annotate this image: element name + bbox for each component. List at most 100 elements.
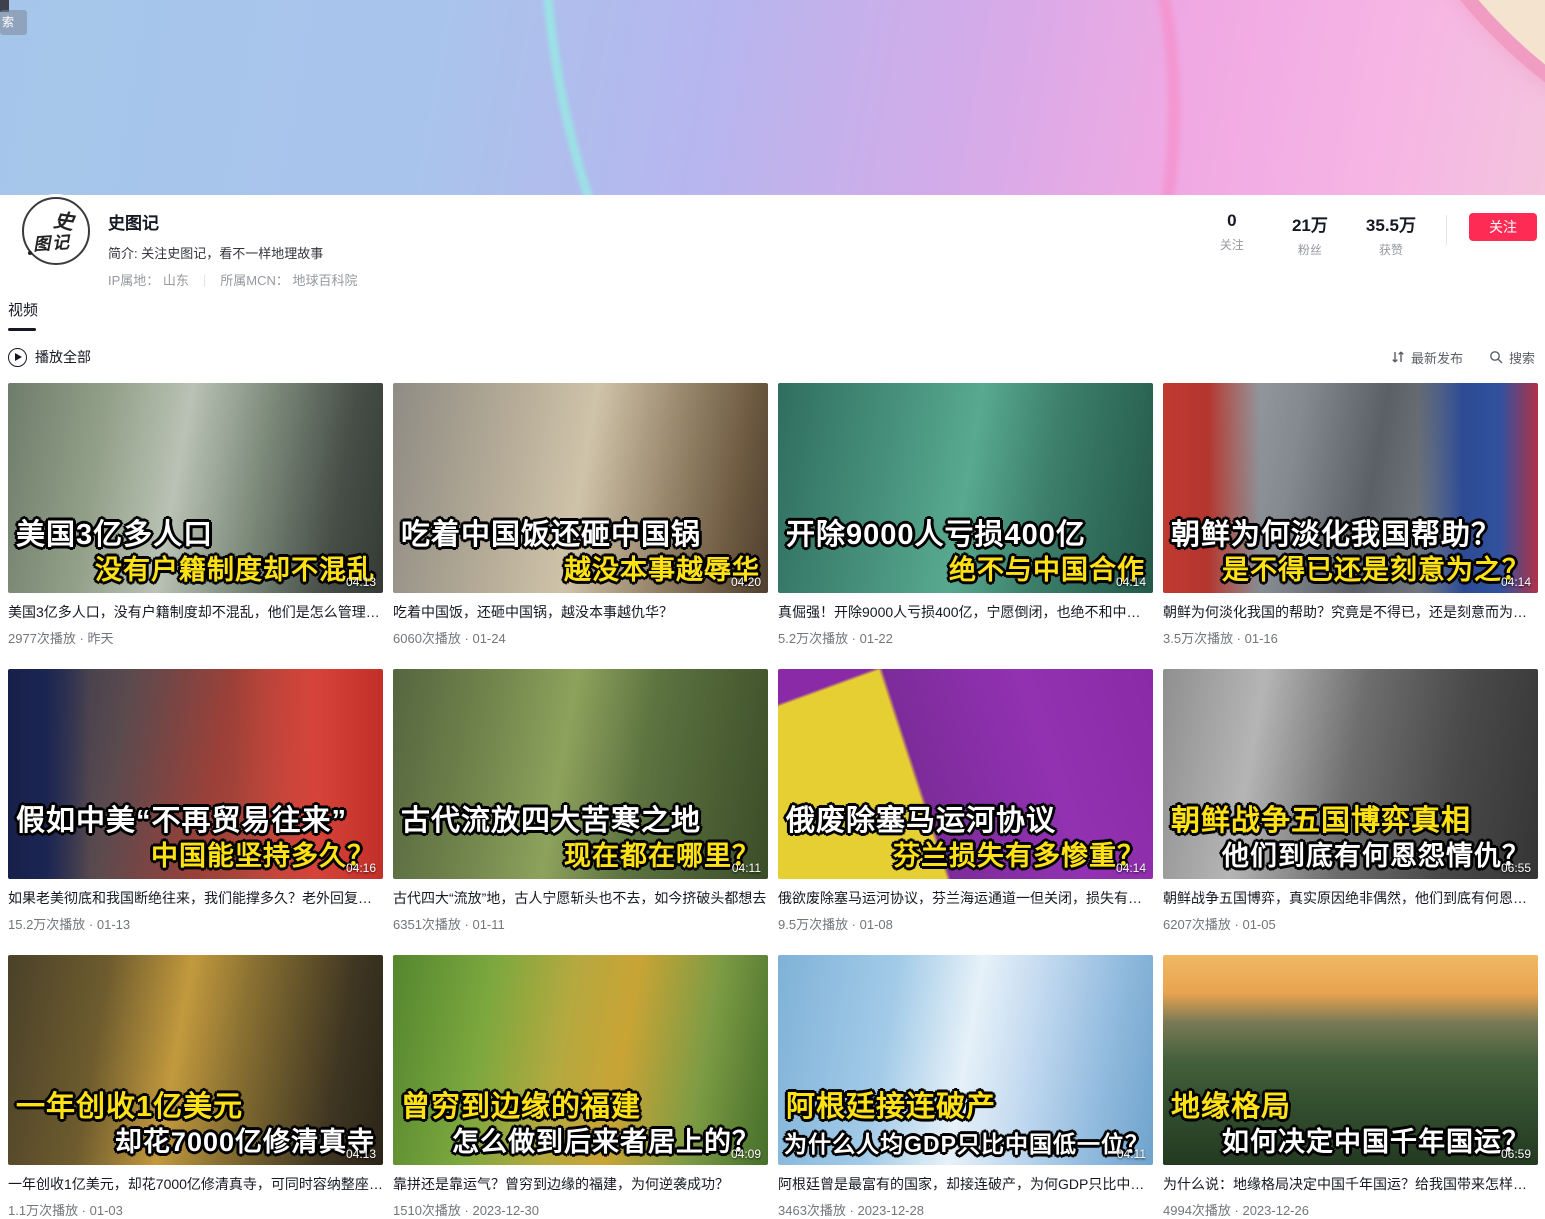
video-duration: 04:14 [1116,861,1146,875]
video-card[interactable]: 一年创收1亿美元 却花7000亿修清真寺 04:13 一年创收1亿美元，却花70… [8,955,383,1219]
video-stats: 2977次播放 · 昨天 [8,628,383,647]
stat-likes[interactable]: 35.5万 获赞 [1366,211,1416,258]
video-title[interactable]: 朝鲜为何淡化我国的帮助？究竟是不得已，还是刻意而为之？ [1163,602,1538,622]
thumbnail-overlay-line1: 地缘格局 [1171,1083,1291,1125]
thumbnail-overlay-line2: 为什么人均GDP只比中国低一位？ [784,1125,1149,1159]
thumbnail-overlay-line2: 怎么做到后来者居上的？ [452,1120,760,1159]
search-overlay-chip[interactable]: 索 [0,10,27,35]
profile-banner: 索 [0,0,1545,195]
stat-followers[interactable]: 21万 粉丝 [1288,211,1332,258]
stat-likes-label: 获赞 [1366,241,1416,258]
video-card[interactable]: 朝鲜为何淡化我国帮助？ 是不得已还是刻意为之？ 04:14 朝鲜为何淡化我国的帮… [1163,383,1538,647]
ip-location: IP属地： 山东 [108,270,189,289]
thumbnail-overlay-line2: 芬兰损失有多惨重？ [893,834,1145,873]
thumbnail-overlay-line2: 却花7000亿修清真寺 [115,1120,375,1159]
video-title[interactable]: 吃着中国饭，还砸中国锅，越没本事越仇华？ [393,602,768,622]
video-thumbnail[interactable]: 地缘格局 如何决定中国千年国运？ 06:59 [1163,955,1538,1165]
video-card[interactable]: 美国3亿多人口 没有户籍制度却不混乱 04:13 美国3亿多人口，没有户籍制度却… [8,383,383,647]
profile-info: 史图记 简介: 关注史图记，看不一样地理故事 IP属地： 山东 | 所属MCN：… [108,201,358,289]
video-title[interactable]: 朝鲜战争五国博弈，真实原因绝非偶然，他们到底有何恩怨情仇？ [1163,888,1538,908]
tab-videos-label: 视频 [8,299,38,320]
video-card[interactable]: 阿根廷接连破产 为什么人均GDP只比中国低一位？ 04:11 阿根廷曾是最富有的… [778,955,1153,1219]
video-title[interactable]: 一年创收1亿美元，却花7000亿修清真寺，可同时容纳整座城的人 [8,1174,383,1194]
video-title[interactable]: 阿根廷曾是最富有的国家，却接连破产，为何GDP只比中国低一位？ [778,1174,1153,1194]
tab-active-underline [8,328,36,331]
thumbnail-overlay-line1: 美国3亿多人口 [16,511,213,553]
play-all-label: 播放全部 [35,347,91,367]
video-thumbnail[interactable]: 阿根廷接连破产 为什么人均GDP只比中国低一位？ 04:11 [778,955,1153,1165]
thumbnail-overlay-line1: 吃着中国饭还砸中国锅 [401,511,701,553]
stat-followers-label: 粉丝 [1288,241,1332,258]
tab-videos[interactable]: 视频 [8,299,38,331]
video-duration: 04:13 [346,1147,376,1161]
video-thumbnail[interactable]: 曾穷到边缘的福建 怎么做到后来者居上的？ 04:09 [393,955,768,1165]
thumbnail-overlay-line2: 他们到底有何恩怨情仇？ [1222,834,1530,873]
video-stats: 6060次播放 · 01-24 [393,628,768,647]
stats-divider [1446,215,1447,245]
video-duration: 04:14 [1501,575,1531,589]
sort-control[interactable]: 最新发布 [1391,348,1463,367]
avatar-char-bottom: 图记 [32,228,72,256]
video-duration: 04:14 [1116,575,1146,589]
video-duration: 04:20 [731,575,761,589]
video-title[interactable]: 美国3亿多人口，没有户籍制度却不混乱，他们是怎么管理的？ [8,602,383,622]
video-card[interactable]: 俄废除塞马运河协议 芬兰损失有多惨重？ 04:14 俄欲废除塞马运河协议，芬兰海… [778,669,1153,933]
video-title[interactable]: 俄欲废除塞马运河协议，芬兰海运通道一但关闭，损失有多惨重？ [778,888,1153,908]
search-label: 搜索 [1509,348,1535,367]
video-card[interactable]: 假如中美“不再贸易往来” 中国能坚持多久？ 04:16 如果老美彻底和我国断绝往… [8,669,383,933]
thumbnail-overlay-line2: 中国能坚持多久？ [151,834,375,873]
video-duration: 04:13 [346,575,376,589]
follow-button[interactable]: 关注 [1469,213,1537,241]
meta-divider: | [203,272,206,287]
video-duration: 04:16 [346,861,376,875]
video-title[interactable]: 靠拼还是靠运气？曾穷到边缘的福建，为何逆袭成功？ [393,1174,768,1194]
play-circle-icon [8,348,27,367]
profile-header: 史 图记 史图记 简介: 关注史图记，看不一样地理故事 IP属地： 山东 | 所… [0,195,1545,285]
video-card[interactable]: 古代流放四大苦寒之地 现在都在哪里？ 04:11 古代四大“流放”地，古人宁愿斩… [393,669,768,933]
video-card[interactable]: 开除9000人亏损400亿 绝不与中国合作 04:14 真倔强！开除9000人亏… [778,383,1153,647]
video-toolbar: 播放全部 最新发布 搜索 [0,331,1545,367]
thumbnail-overlay-line1: 朝鲜战争五国博弈真相 [1171,797,1471,839]
stat-following-label: 关注 [1210,236,1254,253]
avatar-dot [28,251,32,255]
thumbnail-overlay-line1: 朝鲜为何淡化我国帮助？ [1171,511,1501,553]
video-title[interactable]: 如果老美彻底和我国断绝往来，我们能撑多久？老外回复太扎心了 [8,888,383,908]
video-card[interactable]: 朝鲜战争五国博弈真相 他们到底有何恩怨情仇？ 06:55 朝鲜战争五国博弈，真实… [1163,669,1538,933]
video-thumbnail[interactable]: 朝鲜为何淡化我国帮助？ 是不得已还是刻意为之？ 04:14 [1163,383,1538,593]
video-thumbnail[interactable]: 俄废除塞马运河协议 芬兰损失有多惨重？ 04:14 [778,669,1153,879]
video-thumbnail[interactable]: 朝鲜战争五国博弈真相 他们到底有何恩怨情仇？ 06:55 [1163,669,1538,879]
stat-following[interactable]: 0 关注 [1210,211,1254,253]
video-stats: 6351次播放 · 01-11 [393,914,768,933]
mcn-label: 所属MCN： 地球百科院 [220,270,357,289]
video-card[interactable]: 地缘格局 如何决定中国千年国运？ 06:59 为什么说：地缘格局决定中国千年国运… [1163,955,1538,1219]
video-stats: 9.5万次播放 · 01-08 [778,914,1153,933]
video-stats: 1510次播放 · 2023-12-30 [393,1200,768,1219]
thumbnail-overlay-line2: 是不得已还是刻意为之？ [1222,548,1530,587]
thumbnail-overlay-line2: 现在都在哪里？ [564,834,760,873]
video-duration: 06:55 [1501,861,1531,875]
video-card[interactable]: 曾穷到边缘的福建 怎么做到后来者居上的？ 04:09 靠拼还是靠运气？曾穷到边缘… [393,955,768,1219]
video-thumbnail[interactable]: 美国3亿多人口 没有户籍制度却不混乱 04:13 [8,383,383,593]
video-stats: 15.2万次播放 · 01-13 [8,914,383,933]
thumbnail-overlay-line1: 阿根廷接连破产 [786,1083,996,1125]
search-control[interactable]: 搜索 [1489,348,1535,367]
video-thumbnail[interactable]: 开除9000人亏损400亿 绝不与中国合作 04:14 [778,383,1153,593]
video-grid: 美国3亿多人口 没有户籍制度却不混乱 04:13 美国3亿多人口，没有户籍制度却… [0,367,1545,1219]
thumbnail-overlay-line1: 俄废除塞马运河协议 [786,797,1056,839]
stat-likes-value: 35.5万 [1366,211,1416,236]
video-stats: 1.1万次播放 · 01-03 [8,1200,383,1219]
video-duration: 06:59 [1501,1147,1531,1161]
video-thumbnail[interactable]: 吃着中国饭还砸中国锅 越没本事越辱华 04:20 [393,383,768,593]
video-thumbnail[interactable]: 一年创收1亿美元 却花7000亿修清真寺 04:13 [8,955,383,1165]
play-all-button[interactable]: 播放全部 [8,347,91,367]
video-thumbnail[interactable]: 假如中美“不再贸易往来” 中国能坚持多久？ 04:16 [8,669,383,879]
video-title[interactable]: 真倔强！开除9000人亏损400亿，宁愿倒闭，也绝不和中国合作 [778,602,1153,622]
video-title[interactable]: 为什么说：地缘格局决定中国千年国运？给我国带来怎样的影响？ [1163,1174,1538,1194]
avatar[interactable]: 史 图记 [22,197,90,265]
video-card[interactable]: 吃着中国饭还砸中国锅 越没本事越辱华 04:20 吃着中国饭，还砸中国锅，越没本… [393,383,768,647]
video-thumbnail[interactable]: 古代流放四大苦寒之地 现在都在哪里？ 04:11 [393,669,768,879]
video-title[interactable]: 古代四大“流放”地，古人宁愿斩头也不去，如今挤破头都想去 [393,888,768,908]
profile-intro: 简介: 关注史图记，看不一样地理故事 [108,243,358,262]
thumbnail-overlay-line1: 假如中美“不再贸易往来” [16,797,347,839]
video-stats: 5.2万次播放 · 01-22 [778,628,1153,647]
